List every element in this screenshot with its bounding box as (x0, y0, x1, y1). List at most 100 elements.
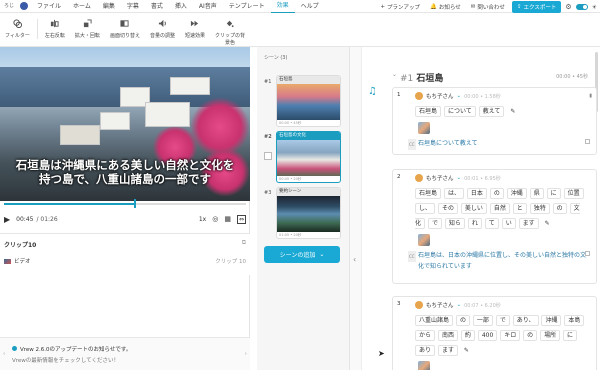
speaker-dropdown-icon[interactable]: ⌄ (457, 93, 462, 99)
volume-button[interactable]: 音量の調整 (150, 19, 175, 39)
word-token[interactable]: で (495, 315, 510, 326)
word-token[interactable]: キロ (500, 330, 521, 341)
word-token[interactable]: 美しい (460, 203, 487, 214)
subtitle-text[interactable]: 石垣島は、日本の沖縄県に位置し、その美しい自然と独特の文化で知られています (418, 252, 586, 270)
word-token[interactable]: し、 (415, 203, 436, 214)
word-token[interactable]: 位置 (563, 188, 584, 199)
speaker-dropdown-icon[interactable]: ⌄ (457, 302, 462, 308)
word-token[interactable]: と (512, 203, 527, 214)
word-token[interactable]: の (552, 203, 567, 214)
screen-switch-button[interactable]: 画面切り替え (110, 19, 140, 39)
word-token[interactable]: 自然 (489, 203, 510, 214)
clip-words[interactable]: 石垣島 は、 日本 の 沖縄 県 に 位置 し、 その 美しい 自然 と 独特 … (393, 182, 596, 231)
speaker-avatar[interactable] (415, 92, 423, 100)
word-token[interactable]: ます (437, 345, 458, 356)
word-token[interactable]: て (484, 218, 499, 229)
word-token[interactable]: から (415, 330, 436, 341)
word-token[interactable]: 日本 (466, 188, 487, 199)
word-token[interactable]: 独特 (529, 203, 550, 214)
clip-subtitle[interactable]: CC 石垣島は、日本の沖縄県に位置し、その美しい自然と独特の文化で知られています (393, 246, 596, 275)
menu-home[interactable]: ホーム (67, 0, 97, 13)
speed-button[interactable]: 短速効果 (185, 19, 205, 39)
word-token[interactable]: で (427, 218, 442, 229)
menu-edit[interactable]: 編集 (97, 0, 121, 13)
playback-progress[interactable] (4, 203, 246, 205)
speaker-name[interactable]: もち子さん (426, 301, 454, 309)
scene-card-2[interactable]: 石垣島の文化 00:45 • 20秒 (276, 131, 341, 183)
word-token[interactable]: 南西 (437, 330, 458, 341)
pencil-icon[interactable]: ✎ (461, 346, 472, 355)
play-icon[interactable]: ▶ (4, 215, 10, 224)
word-token[interactable]: 知ら (444, 218, 465, 229)
speaker-avatar[interactable] (415, 174, 423, 182)
music-note-icon[interactable]: ♫ (368, 86, 377, 97)
word-token[interactable]: の (523, 330, 538, 341)
speaker-avatar[interactable] (415, 301, 423, 309)
subtitle-checkbox[interactable] (585, 251, 590, 256)
scene-collapse-icon[interactable]: ⌄ (392, 71, 397, 78)
clip-video-row[interactable]: ビデオ クリップ 10 (4, 257, 246, 265)
filter-button[interactable]: フィルター (5, 19, 30, 39)
collapse-arrow-icon[interactable]: ‹ (353, 255, 356, 264)
theme-toggle[interactable] (575, 4, 588, 10)
plan-up-button[interactable]: + プランアップ (377, 2, 423, 12)
menu-insert[interactable]: 挿入 (169, 0, 193, 13)
word-token[interactable]: 一部 (472, 315, 493, 326)
progress-handle[interactable] (133, 199, 136, 208)
capture-icon[interactable]: ◎ (212, 215, 218, 223)
menu-ai-voice[interactable]: AI音声 (193, 0, 223, 13)
word-token[interactable]: 県 (529, 188, 544, 199)
word-token[interactable]: 場所 (540, 330, 561, 341)
notice-button[interactable]: 🔔 お知らせ (427, 2, 464, 12)
export-button[interactable]: ⇪ エクスポート (511, 1, 562, 13)
clip-copy-icon[interactable]: ⧉ (242, 239, 246, 247)
clip-bg-color-button[interactable]: クリップの背 景色 (215, 19, 245, 46)
menu-help[interactable]: ヘルプ (295, 0, 325, 13)
speaker-dropdown-icon[interactable]: ⌄ (457, 175, 462, 181)
word-token[interactable]: その (437, 203, 458, 214)
word-token[interactable]: は、 (443, 188, 464, 199)
menu-format[interactable]: 書式 (145, 0, 169, 13)
zoom-rotate-button[interactable]: 拡大・回転 (75, 19, 100, 39)
add-scene-button[interactable]: シーンの追加 ⌄ (264, 246, 340, 263)
clip-video-thumb[interactable] (418, 361, 430, 370)
scene-card-3[interactable]: 要約シーン 01:05 • 20秒 (276, 187, 341, 239)
menu-template[interactable]: テンプレート (223, 0, 271, 13)
clip-menu-icon[interactable]: ▮ (589, 93, 592, 99)
notice-next-icon[interactable]: › (245, 351, 247, 357)
word-token[interactable]: の (455, 315, 470, 326)
clip-video-thumb[interactable] (418, 234, 430, 246)
word-token[interactable]: について (443, 106, 476, 117)
menu-subtitle[interactable]: 字幕 (121, 0, 145, 13)
word-token[interactable]: 沖縄 (506, 188, 527, 199)
update-notice[interactable]: ‹ › Vrew 2.6.0のアップデートのお知らせです。 Vrewの最新情報を… (0, 337, 250, 370)
scene-checkbox[interactable] (264, 152, 272, 160)
word-token[interactable]: に (563, 330, 578, 341)
subtitle-checkbox[interactable] (585, 139, 590, 144)
word-token[interactable]: の (489, 188, 504, 199)
clip-words[interactable]: 石垣島 について 教えて ✎ (393, 100, 596, 119)
video-preview[interactable]: 石垣島は沖縄県にある美しい自然と文化を 持つ島で、八重山諸島の一部です (0, 47, 250, 201)
contact-button[interactable]: ✉ 問い合わせ (468, 2, 508, 12)
word-token[interactable]: ます (518, 218, 539, 229)
menu-file[interactable]: ファイル (31, 0, 67, 13)
word-token[interactable]: 400 (477, 330, 498, 341)
word-token[interactable]: 教えて (478, 106, 505, 117)
speaker-name[interactable]: もち子さん (426, 92, 454, 100)
grid-icon[interactable]: ▦ (224, 215, 231, 223)
word-token[interactable]: に (546, 188, 561, 199)
clip-words[interactable]: 八重山諸島 の 一部 で あり、 沖縄 本島 から 南西 約 400 キロ の … (393, 309, 596, 358)
word-token[interactable]: れ (467, 218, 482, 229)
speed-selector[interactable]: 1x (199, 216, 206, 223)
account-icon[interactable] (20, 2, 28, 10)
word-token[interactable]: 本島 (564, 315, 585, 326)
clip-subtitle[interactable]: CC 石垣島について教えて (393, 134, 596, 152)
menu-effects[interactable]: 効果 (270, 0, 295, 13)
speaker-name[interactable]: もち子さん (426, 174, 454, 182)
scene-card-1[interactable]: 石垣島 00:00 • 45秒 (276, 75, 341, 127)
word-token[interactable]: 石垣島 (415, 188, 442, 199)
notice-prev-icon[interactable]: ‹ (3, 351, 5, 357)
clip-video-thumb[interactable] (418, 122, 430, 134)
flip-button[interactable]: 左右反転 (45, 19, 65, 39)
settings-icon[interactable]: ⚙ (565, 3, 571, 11)
